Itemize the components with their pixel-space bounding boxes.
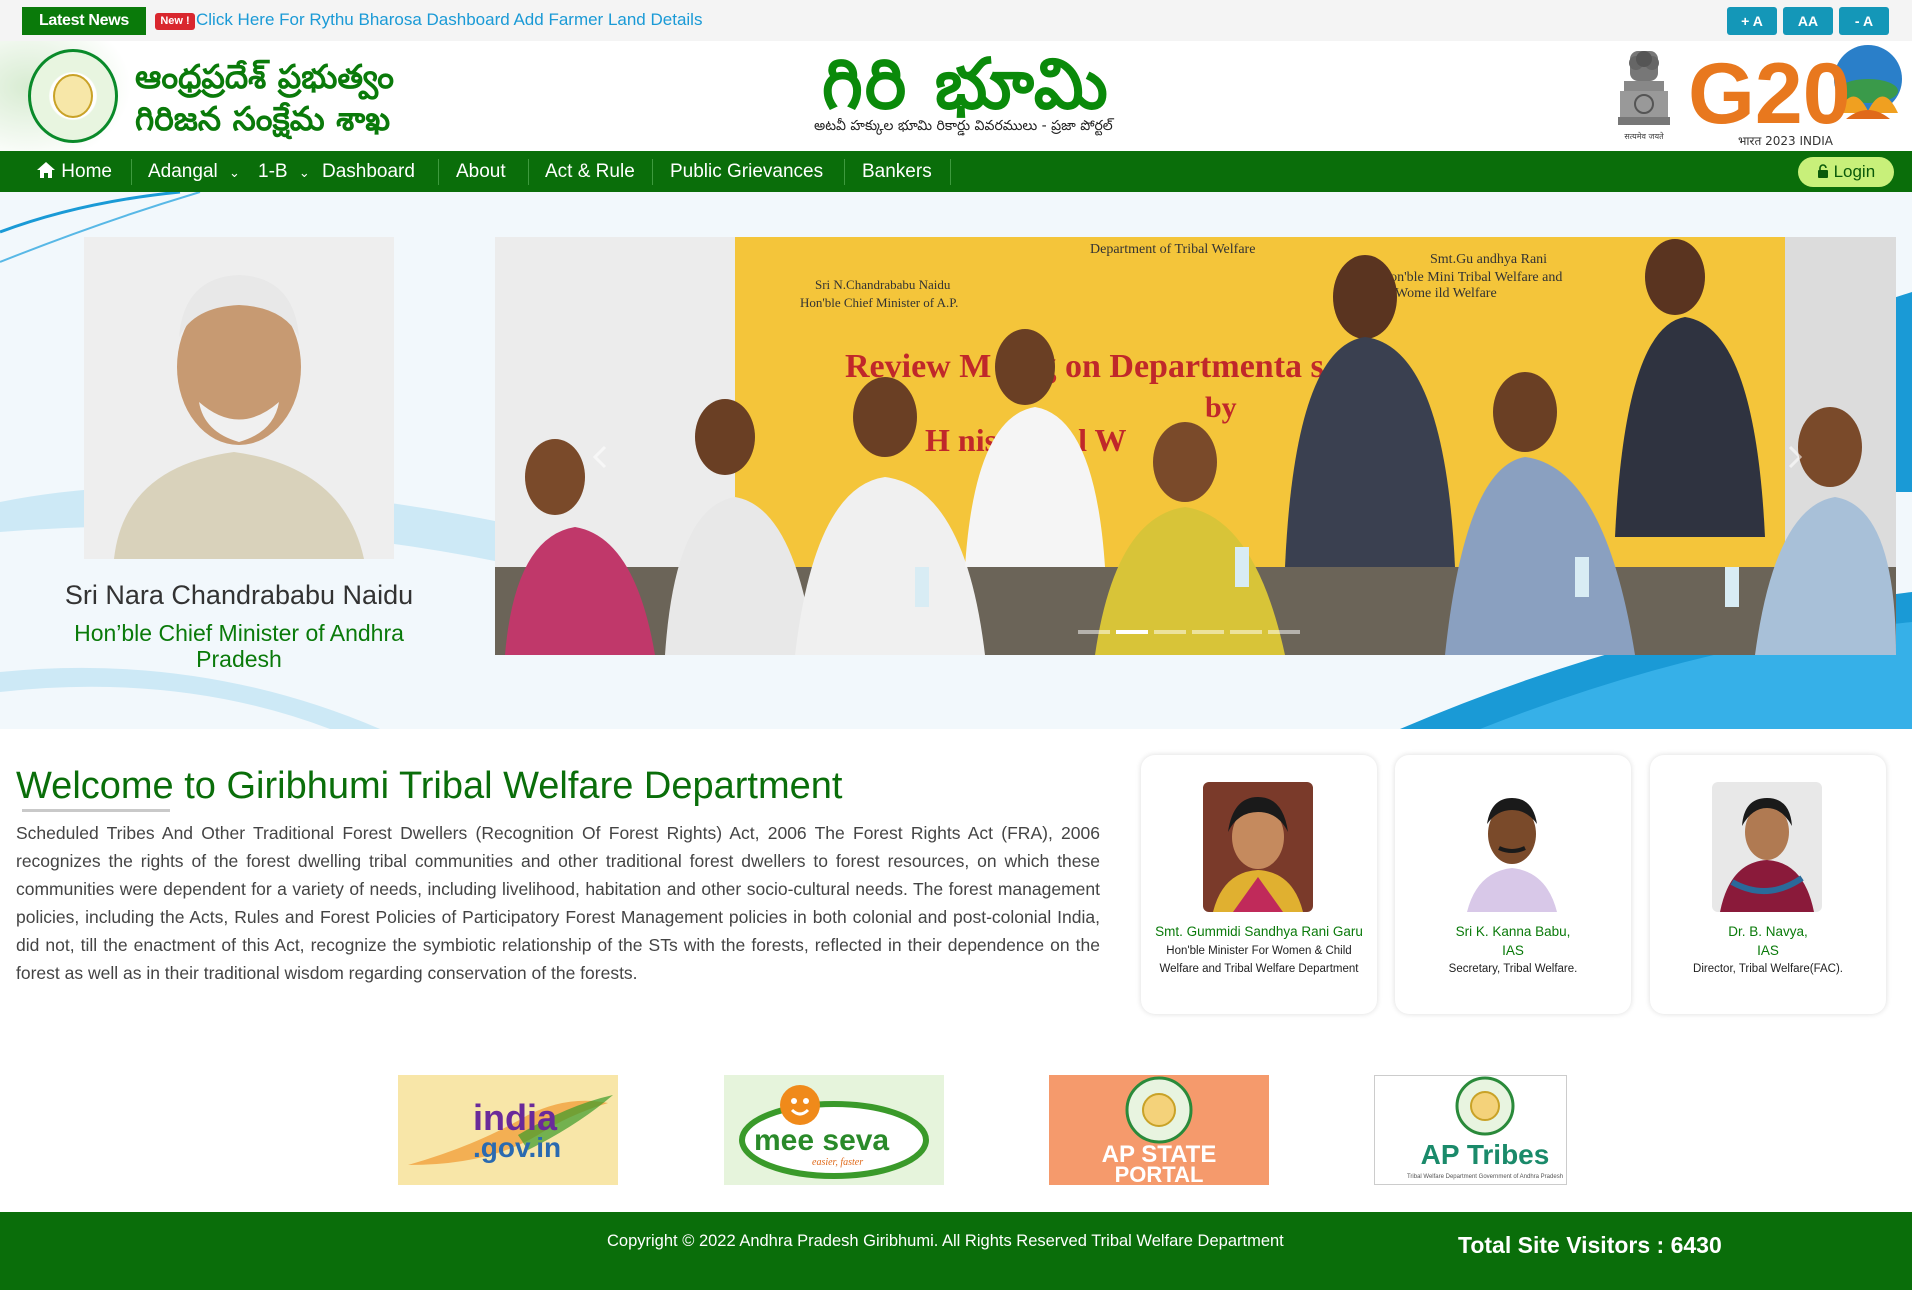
svg-text:Sri N.Chandrababu Naidu: Sri N.Chandrababu Naidu	[815, 277, 951, 292]
chevron-down-icon: ⌄	[229, 165, 240, 180]
main-navbar: Home Adangal ⌄ 1-B ⌄ Dashboard About Act…	[0, 151, 1912, 192]
ashoka-emblem-icon: सत्यमेव जयते	[1618, 51, 1670, 141]
carousel-indicator[interactable]	[1192, 630, 1224, 634]
new-badge: New !	[155, 13, 195, 30]
nav-about[interactable]: About	[456, 151, 506, 192]
hero-carousel[interactable]: Department of Tribal Welfare Sri N.Chand…	[495, 237, 1896, 655]
official-designation: IAS	[1502, 943, 1524, 958]
welcome-body: Scheduled Tribes And Other Traditional F…	[16, 823, 1100, 983]
svg-text:.gov.in: .gov.in	[473, 1132, 561, 1163]
nav-1b-label: 1-B	[258, 161, 288, 182]
official-card: Smt. Gummidi Sandhya Rani Garu Hon'ble M…	[1141, 755, 1377, 1014]
svg-text:Wome ild Welfare: Wome ild Welfare	[1395, 286, 1497, 301]
chief-minister-title: Hon’ble Chief Minister of Andhra Pradesh	[74, 620, 404, 672]
official-card: Sri K. Kanna Babu, IAS Secretary, Tribal…	[1395, 755, 1631, 1014]
emblem-motto: सत्यमेव जयते	[1624, 131, 1664, 141]
font-default-button[interactable]: AA	[1783, 7, 1833, 35]
india-gov-logo: india .gov.in	[398, 1075, 618, 1185]
svg-text:by: by	[1205, 391, 1237, 424]
nav-1b[interactable]: 1-B ⌄	[258, 151, 310, 192]
copyright-text: Copyright © 2022 Andhra Pradesh Giribhum…	[607, 1232, 1284, 1250]
carousel-indicators	[1078, 621, 1306, 634]
nav-home[interactable]: Home	[36, 151, 112, 192]
font-increase-button[interactable]: + A	[1727, 7, 1777, 35]
official-role: Hon'ble Minister For Women & Child	[1166, 945, 1352, 957]
official-photo	[1203, 782, 1313, 912]
ap-tribes-logo: AP Tribes Tribal Welfare Department Gove…	[1375, 1076, 1566, 1184]
mee-seva-link[interactable]: mee seva easier, faster	[724, 1075, 944, 1185]
nav-home-label: Home	[61, 161, 112, 182]
svg-text:mee seva: mee seva	[754, 1124, 889, 1157]
login-label: Login	[1833, 162, 1876, 181]
ap-tribes-link[interactable]: AP Tribes Tribal Welfare Department Gove…	[1374, 1075, 1567, 1185]
nav-bankers[interactable]: Bankers	[862, 151, 932, 192]
carousel-indicator[interactable]	[1230, 630, 1262, 634]
official-role: Secretary, Tribal Welfare.	[1448, 963, 1578, 975]
nav-public-grievances[interactable]: Public Grievances	[670, 151, 823, 192]
chevron-down-icon: ⌄	[298, 165, 310, 180]
hero-section: Sri Nara Chandrababu Naidu Hon’ble Chief…	[0, 192, 1912, 729]
g20-logo-icon: G20 भारत 2023 INDIA	[1688, 45, 1902, 148]
svg-text:Tribal Welfare Department Gove: Tribal Welfare Department Government of …	[1407, 1174, 1563, 1180]
official-card: Dr. B. Navya, IAS Director, Tribal Welfa…	[1650, 755, 1886, 1014]
site-footer: Copyright © 2022 Andhra Pradesh Giribhum…	[0, 1212, 1912, 1290]
ap-state-portal-logo: AP STATE PORTAL	[1049, 1075, 1269, 1185]
news-ticker-link[interactable]: Click Here For Rythu Bharosa Dashboard A…	[196, 10, 702, 30]
news-bar: Latest News New ! Click Here For Rythu B…	[0, 0, 1912, 41]
official-name: Sri K. Kanna Babu,	[1455, 924, 1571, 939]
carousel-indicator[interactable]	[1154, 630, 1186, 634]
svg-text:AP Tribes: AP Tribes	[1421, 1139, 1550, 1170]
chief-minister-photo	[84, 237, 394, 559]
official-photo	[1457, 782, 1567, 912]
site-subtitle: అటవీ హక్కుల భూమి రికార్డు వివరములు - ప్ర…	[814, 118, 1113, 134]
ap-government-emblem-icon	[28, 49, 118, 143]
official-name: Dr. B. Navya,	[1728, 924, 1808, 939]
svg-text:PORTAL: PORTAL	[1115, 1162, 1204, 1185]
site-header: ఆంధ్రప్రదేశ్ ప్రభుత్వం గిరిజన సంక్షేమ శా…	[0, 41, 1912, 151]
carousel-indicator[interactable]	[1116, 630, 1148, 634]
carousel-slide-image: Department of Tribal Welfare Sri N.Chand…	[495, 237, 1896, 655]
chief-minister-name: Sri Nara Chandrababu Naidu	[64, 580, 414, 610]
official-role: Welfare and Tribal Welfare Department	[1159, 963, 1359, 975]
title-underline	[22, 809, 170, 812]
svg-text:Hon'ble Chief Minister of A.P.: Hon'ble Chief Minister of A.P.	[800, 295, 958, 310]
official-designation: IAS	[1757, 943, 1779, 958]
nav-adangal-label: Adangal	[148, 161, 218, 182]
svg-text:easier, faster: easier, faster	[812, 1157, 863, 1168]
department-name-line2: గిరిజన సంక్షేమ శాఖ	[135, 99, 391, 138]
ap-state-portal-link[interactable]: AP STATE PORTAL	[1049, 1075, 1269, 1185]
department-name-line1: ఆంధ్రప్రదేశ్ ప్రభుత్వం	[135, 57, 395, 96]
carousel-indicator[interactable]	[1078, 630, 1110, 634]
visitor-counter: Total Site Visitors : 6430	[1458, 1232, 1722, 1258]
official-photo	[1712, 782, 1822, 912]
svg-text:Department of Tribal Welfare: Department of Tribal Welfare	[1090, 242, 1255, 257]
welcome-title: Welcome to Giribhumi Tribal Welfare Depa…	[16, 765, 843, 807]
lock-icon	[1817, 164, 1828, 178]
nav-act-rule[interactable]: Act & Rule	[545, 151, 635, 192]
font-decrease-button[interactable]: - A	[1839, 7, 1889, 35]
nav-adangal[interactable]: Adangal ⌄	[148, 151, 240, 192]
official-role: Director, Tribal Welfare(FAC).	[1693, 963, 1843, 975]
mee-seva-logo: mee seva easier, faster	[724, 1075, 944, 1185]
official-name: Smt. Gummidi Sandhya Rani Garu	[1155, 924, 1363, 939]
india-gov-link[interactable]: india .gov.in	[398, 1075, 618, 1185]
carousel-indicator[interactable]	[1268, 630, 1300, 634]
home-icon	[37, 162, 55, 178]
g20-text: G20	[1688, 46, 1851, 142]
g20-caption: भारत 2023 INDIA	[1738, 134, 1834, 148]
nav-dashboard[interactable]: Dashboard	[322, 151, 415, 192]
svg-text:Review M ting on Department: Review M ting on Departmenta s	[845, 348, 1324, 385]
latest-news-label: Latest News	[22, 7, 146, 35]
login-button[interactable]: Login	[1798, 157, 1894, 187]
svg-text:Hon'ble Mini Tribal We: Hon'ble Mini Tribal Welfare and	[1380, 270, 1562, 285]
svg-text:Smt.Gu andhya Rani: Smt.Gu andhya Rani	[1430, 252, 1547, 267]
